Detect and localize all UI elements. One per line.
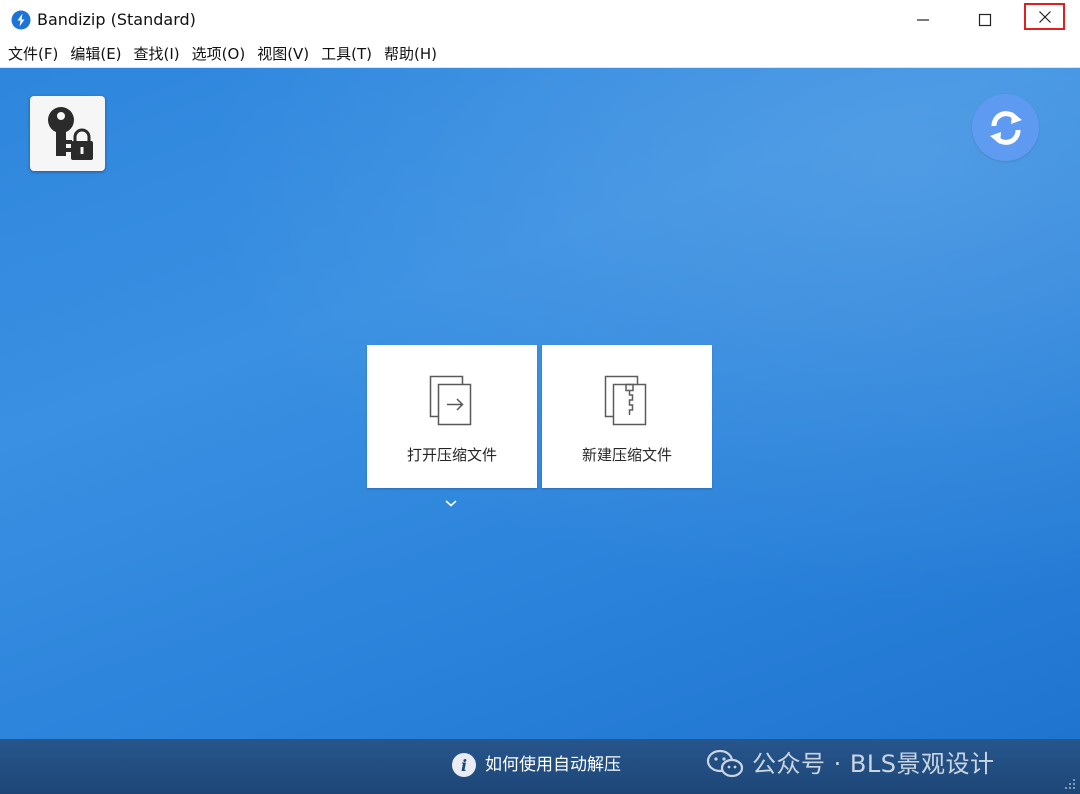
open-options-dropdown[interactable]: [441, 496, 461, 510]
wechat-icon: [706, 749, 744, 778]
close-icon: [1038, 10, 1051, 23]
open-archive-tile[interactable]: 打开压缩文件: [367, 345, 537, 488]
menu-file[interactable]: 文件(F): [0, 43, 62, 65]
auto-extract-help-text: 如何使用自动解压: [485, 755, 621, 775]
maximize-button[interactable]: [962, 0, 1008, 40]
title-bar[interactable]: Bandizip (Standard): [0, 0, 1080, 40]
watermark: 公众号 · BLS景观设计: [706, 749, 994, 779]
bottom-bar: i 如何使用自动解压 公众号 · BLS景观设计: [0, 739, 1080, 794]
new-archive-tile[interactable]: 新建压缩文件: [542, 345, 712, 488]
minimize-button[interactable]: [900, 0, 946, 40]
maximize-icon: [978, 13, 992, 27]
app-window: Bandizip (Standard) 文件(F) 编辑(E) 查找(I) 选项…: [0, 0, 1080, 794]
watermark-text: 公众号 · BLS景观设计: [752, 750, 995, 778]
minimize-icon: [917, 19, 929, 21]
key-lock-icon: [47, 106, 93, 160]
open-archive-icon: [429, 375, 472, 426]
bandizip-logo-icon: [11, 10, 31, 30]
menu-options[interactable]: 选项(O): [184, 43, 250, 65]
menu-find[interactable]: 查找(I): [126, 43, 184, 65]
resize-grip-icon[interactable]: [1064, 778, 1076, 790]
open-archive-label: 打开压缩文件: [406, 446, 497, 464]
menu-bar: 文件(F) 编辑(E) 查找(I) 选项(O) 视图(V) 工具(T) 帮助(H…: [0, 40, 1080, 68]
new-archive-icon: [604, 375, 647, 426]
refresh-button[interactable]: [972, 94, 1039, 161]
password-manager-button[interactable]: [30, 96, 105, 171]
auto-extract-help-link[interactable]: i 如何使用自动解压: [452, 753, 621, 777]
menu-tools[interactable]: 工具(T): [313, 43, 376, 65]
window-title: Bandizip (Standard): [37, 10, 196, 29]
chevron-down-icon: [445, 500, 457, 507]
menu-view[interactable]: 视图(V): [249, 43, 313, 65]
close-button[interactable]: [1024, 3, 1065, 30]
menu-edit[interactable]: 编辑(E): [62, 43, 125, 65]
main-area: 打开压缩文件 新建压缩文件: [0, 68, 1080, 739]
refresh-icon: [989, 110, 1022, 145]
info-icon: i: [452, 753, 476, 777]
menu-help[interactable]: 帮助(H): [376, 43, 441, 65]
new-archive-label: 新建压缩文件: [581, 446, 672, 464]
